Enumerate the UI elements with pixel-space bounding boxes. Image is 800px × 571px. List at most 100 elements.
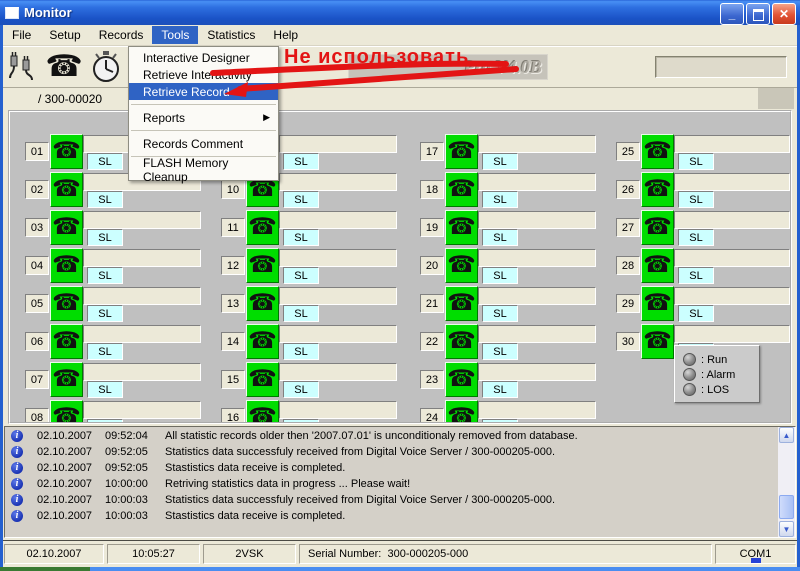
log-scrollbar[interactable]: ▲ ▼ <box>778 427 795 537</box>
log-message: All statistic records older then '2007.0… <box>165 430 578 442</box>
menuitem-records-comment[interactable]: Records Comment <box>129 135 278 152</box>
menu-statistics[interactable]: Statistics <box>198 26 264 44</box>
status-bar: 02.10.2007 10:05:27 2VSK Serial Number: … <box>3 540 797 568</box>
close-button[interactable]: ✕ <box>772 3 796 25</box>
log-message: Stastistics data receive is completed. <box>165 462 345 474</box>
menuitem-retrieve-record[interactable]: Retrieve Record <box>129 83 278 100</box>
scroll-up-icon[interactable]: ▲ <box>779 427 794 443</box>
channel-cell-27: 27☎SL <box>616 210 792 248</box>
stopwatch-icon <box>88 49 124 85</box>
channel-phone-icon[interactable]: ☎ <box>641 210 674 245</box>
channel-number: 06 <box>25 332 49 351</box>
channel-info-field <box>83 287 201 305</box>
channel-phone-icon[interactable]: ☎ <box>246 362 279 397</box>
menuitem-interactive-designer[interactable]: Interactive Designer <box>129 49 278 66</box>
channel-cell-04: 04☎SL <box>25 248 215 286</box>
minimize-button[interactable]: _ <box>720 3 744 25</box>
log-time: 09:52:05 <box>105 462 165 474</box>
restore-button[interactable] <box>746 3 770 25</box>
channel-phone-icon[interactable]: ☎ <box>246 286 279 321</box>
channel-phone-icon[interactable]: ☎ <box>50 134 83 169</box>
led-icon <box>683 353 696 366</box>
channel-phone-icon[interactable]: ☎ <box>246 210 279 245</box>
channel-line-type: SL <box>283 343 319 360</box>
channel-line-type: SL <box>283 153 319 170</box>
channel-line-type: SL <box>482 191 518 208</box>
channel-number: 20 <box>420 256 444 275</box>
app-window-icon <box>5 7 19 19</box>
channel-line-type: SL <box>678 229 714 246</box>
menu-tools[interactable]: Tools <box>152 26 198 44</box>
channel-info-field <box>83 325 201 343</box>
channel-cell-03: 03☎SL <box>25 210 215 248</box>
channel-info-field <box>83 249 201 267</box>
info-icon: i <box>11 494 23 506</box>
channel-number: 25 <box>616 142 640 161</box>
channel-phone-icon[interactable]: ☎ <box>50 324 83 359</box>
channel-line-type: SL <box>87 267 123 284</box>
phone-tool-button[interactable]: ☎ <box>45 48 83 85</box>
menu-setup[interactable]: Setup <box>40 26 89 44</box>
device-label: / 300-00020 <box>38 92 102 106</box>
menu-separator <box>131 130 276 131</box>
channel-info-field <box>279 363 397 381</box>
status-port: COM1 <box>715 544 796 564</box>
channel-phone-icon[interactable]: ☎ <box>445 362 478 397</box>
channel-phone-icon[interactable]: ☎ <box>445 248 478 283</box>
channel-number: 26 <box>616 180 640 199</box>
channel-number: 16 <box>221 408 245 424</box>
channel-phone-icon[interactable]: ☎ <box>50 248 83 283</box>
menuitem-retrieve-interactivity[interactable]: Retrieve Interactivity <box>129 66 278 83</box>
channel-phone-icon[interactable]: ☎ <box>641 172 674 207</box>
timer-tool-button[interactable] <box>87 48 125 85</box>
channel-phone-icon[interactable]: ☎ <box>641 324 674 359</box>
channel-info-field <box>279 249 397 267</box>
legend-item: : LOS <box>683 382 759 397</box>
channel-number: 23 <box>420 370 444 389</box>
channel-phone-icon[interactable]: ☎ <box>50 362 83 397</box>
channel-phone-icon[interactable]: ☎ <box>246 248 279 283</box>
log-date: 02.10.2007 <box>37 510 105 522</box>
channel-phone-icon[interactable]: ☎ <box>641 134 674 169</box>
scroll-down-icon[interactable]: ▼ <box>779 521 794 537</box>
channel-phone-icon[interactable]: ☎ <box>50 172 83 207</box>
channel-cell-16: 16☎SL <box>221 400 411 424</box>
channel-info-field <box>674 173 790 191</box>
channel-line-type: SL <box>482 381 518 398</box>
channel-phone-icon[interactable]: ☎ <box>50 400 83 424</box>
menuitem-label: Interactive Designer <box>143 51 250 65</box>
channel-phone-icon[interactable]: ☎ <box>246 324 279 359</box>
log-message: Statistics data successfuly received fro… <box>165 494 555 506</box>
channel-phone-icon[interactable]: ☎ <box>50 286 83 321</box>
channel-phone-icon[interactable]: ☎ <box>445 286 478 321</box>
channel-number: 01 <box>25 142 49 161</box>
channel-cell-05: 05☎SL <box>25 286 215 324</box>
scrollbar-thumb[interactable] <box>779 495 794 519</box>
channel-phone-icon[interactable]: ☎ <box>445 400 478 424</box>
channel-cell-19: 19☎SL <box>420 210 610 248</box>
channel-phone-icon[interactable]: ☎ <box>445 324 478 359</box>
channel-info-field <box>83 211 201 229</box>
channel-phone-icon[interactable]: ☎ <box>445 172 478 207</box>
channel-number: 15 <box>221 370 245 389</box>
menuitem-flash-memory-cleanup[interactable]: FLASH Memory Cleanup <box>129 161 278 178</box>
menu-file[interactable]: File <box>3 26 40 44</box>
channel-info-field <box>674 287 790 305</box>
channel-line-type: SL <box>482 343 518 360</box>
menu-records[interactable]: Records <box>90 26 153 44</box>
channel-line-type: SL <box>87 153 123 170</box>
channel-phone-icon[interactable]: ☎ <box>246 400 279 424</box>
menu-help[interactable]: Help <box>264 26 307 44</box>
channel-info-field <box>279 135 397 153</box>
menu-bar: FileSetupRecordsToolsStatisticsHelp <box>3 25 797 46</box>
channel-phone-icon[interactable]: ☎ <box>641 248 674 283</box>
connector-tool-button[interactable] <box>5 48 43 85</box>
menuitem-reports[interactable]: Reports▶ <box>129 109 278 126</box>
info-icon: i <box>11 478 23 490</box>
channel-phone-icon[interactable]: ☎ <box>50 210 83 245</box>
log-entry: i02.10.200710:00:03Statistics data succe… <box>11 492 795 507</box>
channel-phone-icon[interactable]: ☎ <box>445 134 478 169</box>
channel-phone-icon[interactable]: ☎ <box>445 210 478 245</box>
info-icon: i <box>11 446 23 458</box>
channel-phone-icon[interactable]: ☎ <box>641 286 674 321</box>
